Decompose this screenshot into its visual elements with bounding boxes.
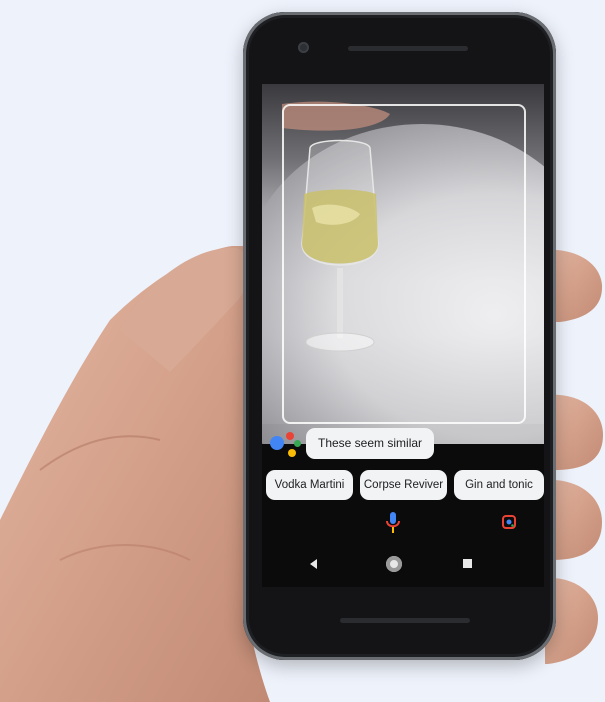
lens-selection-frame[interactable] bbox=[282, 104, 526, 424]
photo-scene: These seem similar Vodka Martini Corpse … bbox=[0, 0, 605, 702]
assistant-dot-blue bbox=[270, 436, 284, 450]
mic-icon[interactable] bbox=[386, 512, 400, 534]
phone-screen: These seem similar Vodka Martini Corpse … bbox=[262, 84, 544, 587]
assistant-message-bubble: These seem similar bbox=[306, 428, 435, 459]
bottom-speaker-grille bbox=[340, 618, 470, 623]
suggestion-chips: Vodka Martini Corpse Reviver Gin and ton… bbox=[266, 470, 544, 502]
suggestion-chip-corpse-reviver[interactable]: Corpse Reviver bbox=[360, 470, 447, 500]
assistant-dot-red bbox=[286, 432, 294, 440]
suggestion-chip-vodka-martini[interactable]: Vodka Martini bbox=[266, 470, 353, 500]
android-nav-bar bbox=[262, 549, 544, 579]
front-camera-icon bbox=[298, 42, 309, 53]
google-assistant-dots-icon bbox=[270, 432, 301, 460]
camera-viewfinder bbox=[262, 84, 544, 444]
recent-apps-square-icon[interactable] bbox=[463, 559, 472, 568]
back-triangle-icon[interactable] bbox=[310, 559, 317, 569]
suggestion-chip-gin-and-tonic[interactable]: Gin and tonic bbox=[454, 470, 544, 500]
top-speaker-grille bbox=[348, 46, 468, 51]
assistant-dot-green bbox=[294, 440, 301, 447]
home-circle-icon[interactable] bbox=[386, 556, 402, 572]
lens-icon[interactable] bbox=[502, 515, 516, 529]
assistant-dot-yellow bbox=[288, 449, 296, 457]
